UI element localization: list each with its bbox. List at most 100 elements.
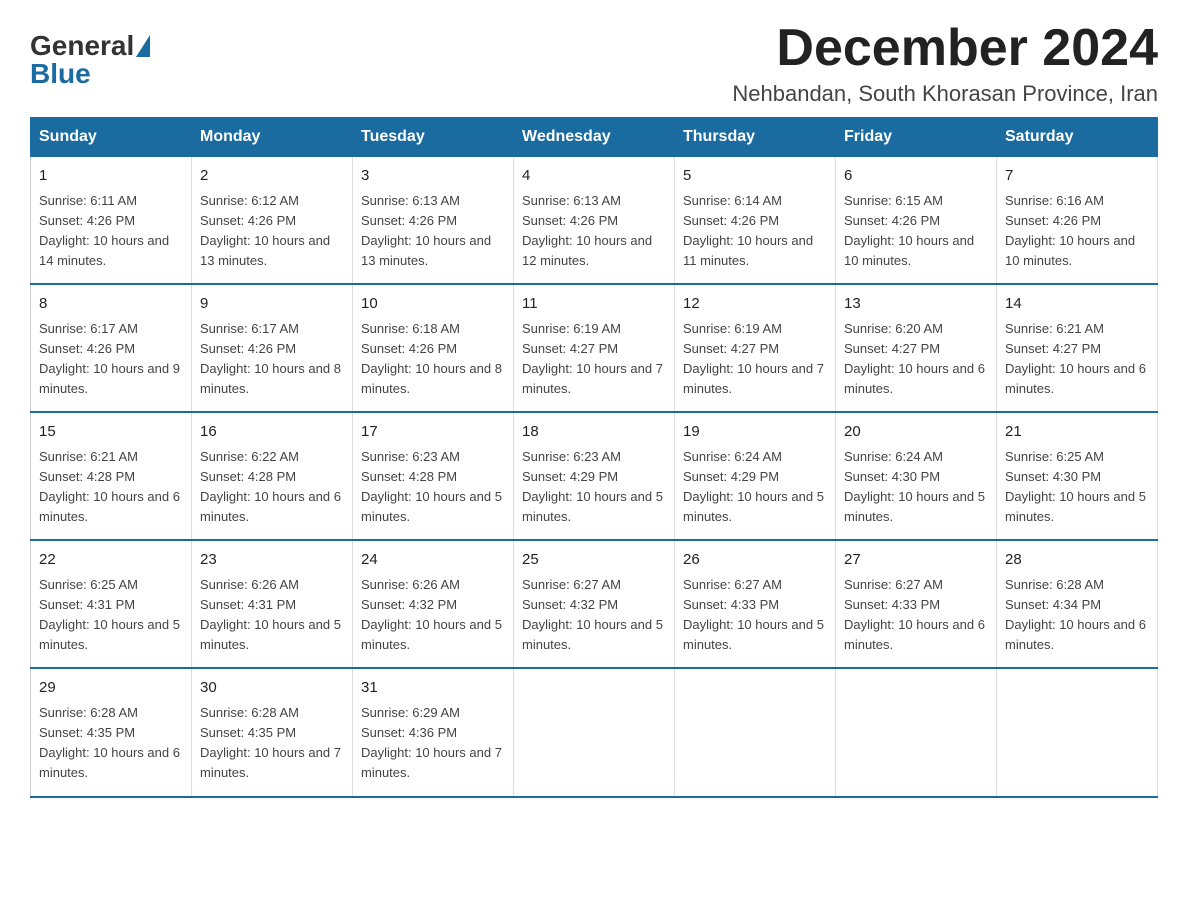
day-number: 24 — [361, 549, 505, 572]
day-info: Sunrise: 6:21 AMSunset: 4:27 PMDaylight:… — [1005, 321, 1146, 396]
day-info: Sunrise: 6:19 AMSunset: 4:27 PMDaylight:… — [522, 321, 663, 396]
day-number: 2 — [200, 165, 344, 188]
day-number: 23 — [200, 549, 344, 572]
calendar-cell: 8 Sunrise: 6:17 AMSunset: 4:26 PMDayligh… — [31, 284, 192, 412]
day-info: Sunrise: 6:12 AMSunset: 4:26 PMDaylight:… — [200, 193, 330, 268]
day-number: 3 — [361, 165, 505, 188]
calendar-cell: 19 Sunrise: 6:24 AMSunset: 4:29 PMDaylig… — [675, 412, 836, 540]
day-info: Sunrise: 6:23 AMSunset: 4:28 PMDaylight:… — [361, 449, 502, 524]
calendar-header-row: SundayMondayTuesdayWednesdayThursdayFrid… — [31, 118, 1158, 157]
calendar-cell: 11 Sunrise: 6:19 AMSunset: 4:27 PMDaylig… — [514, 284, 675, 412]
calendar-cell: 26 Sunrise: 6:27 AMSunset: 4:33 PMDaylig… — [675, 540, 836, 668]
day-info: Sunrise: 6:27 AMSunset: 4:33 PMDaylight:… — [683, 577, 824, 652]
day-number: 25 — [522, 549, 666, 572]
calendar-cell — [514, 668, 675, 796]
calendar-cell — [675, 668, 836, 796]
day-number: 12 — [683, 293, 827, 316]
day-number: 4 — [522, 165, 666, 188]
calendar-cell — [997, 668, 1158, 796]
day-number: 30 — [200, 677, 344, 700]
header-day-sunday: Sunday — [31, 118, 192, 157]
day-number: 31 — [361, 677, 505, 700]
day-info: Sunrise: 6:28 AMSunset: 4:35 PMDaylight:… — [39, 705, 180, 780]
title-section: December 2024 Nehbandan, South Khorasan … — [732, 20, 1158, 107]
calendar-cell — [836, 668, 997, 796]
calendar-cell: 18 Sunrise: 6:23 AMSunset: 4:29 PMDaylig… — [514, 412, 675, 540]
calendar-cell: 9 Sunrise: 6:17 AMSunset: 4:26 PMDayligh… — [192, 284, 353, 412]
calendar-cell: 2 Sunrise: 6:12 AMSunset: 4:26 PMDayligh… — [192, 157, 353, 285]
calendar-cell: 3 Sunrise: 6:13 AMSunset: 4:26 PMDayligh… — [353, 157, 514, 285]
calendar-cell: 20 Sunrise: 6:24 AMSunset: 4:30 PMDaylig… — [836, 412, 997, 540]
header-day-tuesday: Tuesday — [353, 118, 514, 157]
calendar-cell: 30 Sunrise: 6:28 AMSunset: 4:35 PMDaylig… — [192, 668, 353, 796]
day-number: 9 — [200, 293, 344, 316]
header-day-wednesday: Wednesday — [514, 118, 675, 157]
day-info: Sunrise: 6:24 AMSunset: 4:30 PMDaylight:… — [844, 449, 985, 524]
day-info: Sunrise: 6:13 AMSunset: 4:26 PMDaylight:… — [522, 193, 652, 268]
day-number: 14 — [1005, 293, 1149, 316]
calendar-cell: 7 Sunrise: 6:16 AMSunset: 4:26 PMDayligh… — [997, 157, 1158, 285]
calendar-cell: 28 Sunrise: 6:28 AMSunset: 4:34 PMDaylig… — [997, 540, 1158, 668]
calendar-cell: 1 Sunrise: 6:11 AMSunset: 4:26 PMDayligh… — [31, 157, 192, 285]
day-info: Sunrise: 6:14 AMSunset: 4:26 PMDaylight:… — [683, 193, 813, 268]
calendar-week-row: 22 Sunrise: 6:25 AMSunset: 4:31 PMDaylig… — [31, 540, 1158, 668]
day-number: 26 — [683, 549, 827, 572]
logo-blue-text: Blue — [30, 58, 91, 90]
day-number: 27 — [844, 549, 988, 572]
day-info: Sunrise: 6:13 AMSunset: 4:26 PMDaylight:… — [361, 193, 491, 268]
calendar-week-row: 15 Sunrise: 6:21 AMSunset: 4:28 PMDaylig… — [31, 412, 1158, 540]
day-number: 15 — [39, 421, 183, 444]
calendar-cell: 16 Sunrise: 6:22 AMSunset: 4:28 PMDaylig… — [192, 412, 353, 540]
day-info: Sunrise: 6:29 AMSunset: 4:36 PMDaylight:… — [361, 705, 502, 780]
day-number: 21 — [1005, 421, 1149, 444]
day-number: 29 — [39, 677, 183, 700]
day-info: Sunrise: 6:23 AMSunset: 4:29 PMDaylight:… — [522, 449, 663, 524]
calendar-cell: 10 Sunrise: 6:18 AMSunset: 4:26 PMDaylig… — [353, 284, 514, 412]
calendar-cell: 29 Sunrise: 6:28 AMSunset: 4:35 PMDaylig… — [31, 668, 192, 796]
day-number: 28 — [1005, 549, 1149, 572]
calendar-week-row: 8 Sunrise: 6:17 AMSunset: 4:26 PMDayligh… — [31, 284, 1158, 412]
header-day-friday: Friday — [836, 118, 997, 157]
calendar-cell: 6 Sunrise: 6:15 AMSunset: 4:26 PMDayligh… — [836, 157, 997, 285]
logo-triangle-icon — [136, 35, 150, 57]
calendar-cell: 27 Sunrise: 6:27 AMSunset: 4:33 PMDaylig… — [836, 540, 997, 668]
day-number: 13 — [844, 293, 988, 316]
day-number: 8 — [39, 293, 183, 316]
day-info: Sunrise: 6:28 AMSunset: 4:35 PMDaylight:… — [200, 705, 341, 780]
calendar-cell: 13 Sunrise: 6:20 AMSunset: 4:27 PMDaylig… — [836, 284, 997, 412]
calendar-cell: 24 Sunrise: 6:26 AMSunset: 4:32 PMDaylig… — [353, 540, 514, 668]
day-info: Sunrise: 6:25 AMSunset: 4:30 PMDaylight:… — [1005, 449, 1146, 524]
calendar-week-row: 1 Sunrise: 6:11 AMSunset: 4:26 PMDayligh… — [31, 157, 1158, 285]
day-number: 7 — [1005, 165, 1149, 188]
calendar-cell: 22 Sunrise: 6:25 AMSunset: 4:31 PMDaylig… — [31, 540, 192, 668]
calendar-cell: 15 Sunrise: 6:21 AMSunset: 4:28 PMDaylig… — [31, 412, 192, 540]
day-info: Sunrise: 6:16 AMSunset: 4:26 PMDaylight:… — [1005, 193, 1135, 268]
header-day-monday: Monday — [192, 118, 353, 157]
day-number: 5 — [683, 165, 827, 188]
day-info: Sunrise: 6:11 AMSunset: 4:26 PMDaylight:… — [39, 193, 169, 268]
logo: General Blue — [30, 30, 150, 90]
calendar-cell: 17 Sunrise: 6:23 AMSunset: 4:28 PMDaylig… — [353, 412, 514, 540]
day-number: 16 — [200, 421, 344, 444]
day-info: Sunrise: 6:17 AMSunset: 4:26 PMDaylight:… — [200, 321, 341, 396]
calendar-cell: 31 Sunrise: 6:29 AMSunset: 4:36 PMDaylig… — [353, 668, 514, 796]
page-header: General Blue December 2024 Nehbandan, So… — [30, 20, 1158, 107]
day-number: 6 — [844, 165, 988, 188]
day-info: Sunrise: 6:26 AMSunset: 4:31 PMDaylight:… — [200, 577, 341, 652]
day-info: Sunrise: 6:21 AMSunset: 4:28 PMDaylight:… — [39, 449, 180, 524]
calendar-cell: 12 Sunrise: 6:19 AMSunset: 4:27 PMDaylig… — [675, 284, 836, 412]
day-number: 20 — [844, 421, 988, 444]
day-info: Sunrise: 6:15 AMSunset: 4:26 PMDaylight:… — [844, 193, 974, 268]
day-number: 19 — [683, 421, 827, 444]
header-day-saturday: Saturday — [997, 118, 1158, 157]
day-info: Sunrise: 6:25 AMSunset: 4:31 PMDaylight:… — [39, 577, 180, 652]
day-number: 11 — [522, 293, 666, 316]
day-info: Sunrise: 6:22 AMSunset: 4:28 PMDaylight:… — [200, 449, 341, 524]
day-info: Sunrise: 6:17 AMSunset: 4:26 PMDaylight:… — [39, 321, 180, 396]
day-info: Sunrise: 6:20 AMSunset: 4:27 PMDaylight:… — [844, 321, 985, 396]
calendar-week-row: 29 Sunrise: 6:28 AMSunset: 4:35 PMDaylig… — [31, 668, 1158, 796]
page-title: December 2024 — [732, 20, 1158, 77]
day-number: 17 — [361, 421, 505, 444]
day-info: Sunrise: 6:24 AMSunset: 4:29 PMDaylight:… — [683, 449, 824, 524]
calendar-cell: 14 Sunrise: 6:21 AMSunset: 4:27 PMDaylig… — [997, 284, 1158, 412]
